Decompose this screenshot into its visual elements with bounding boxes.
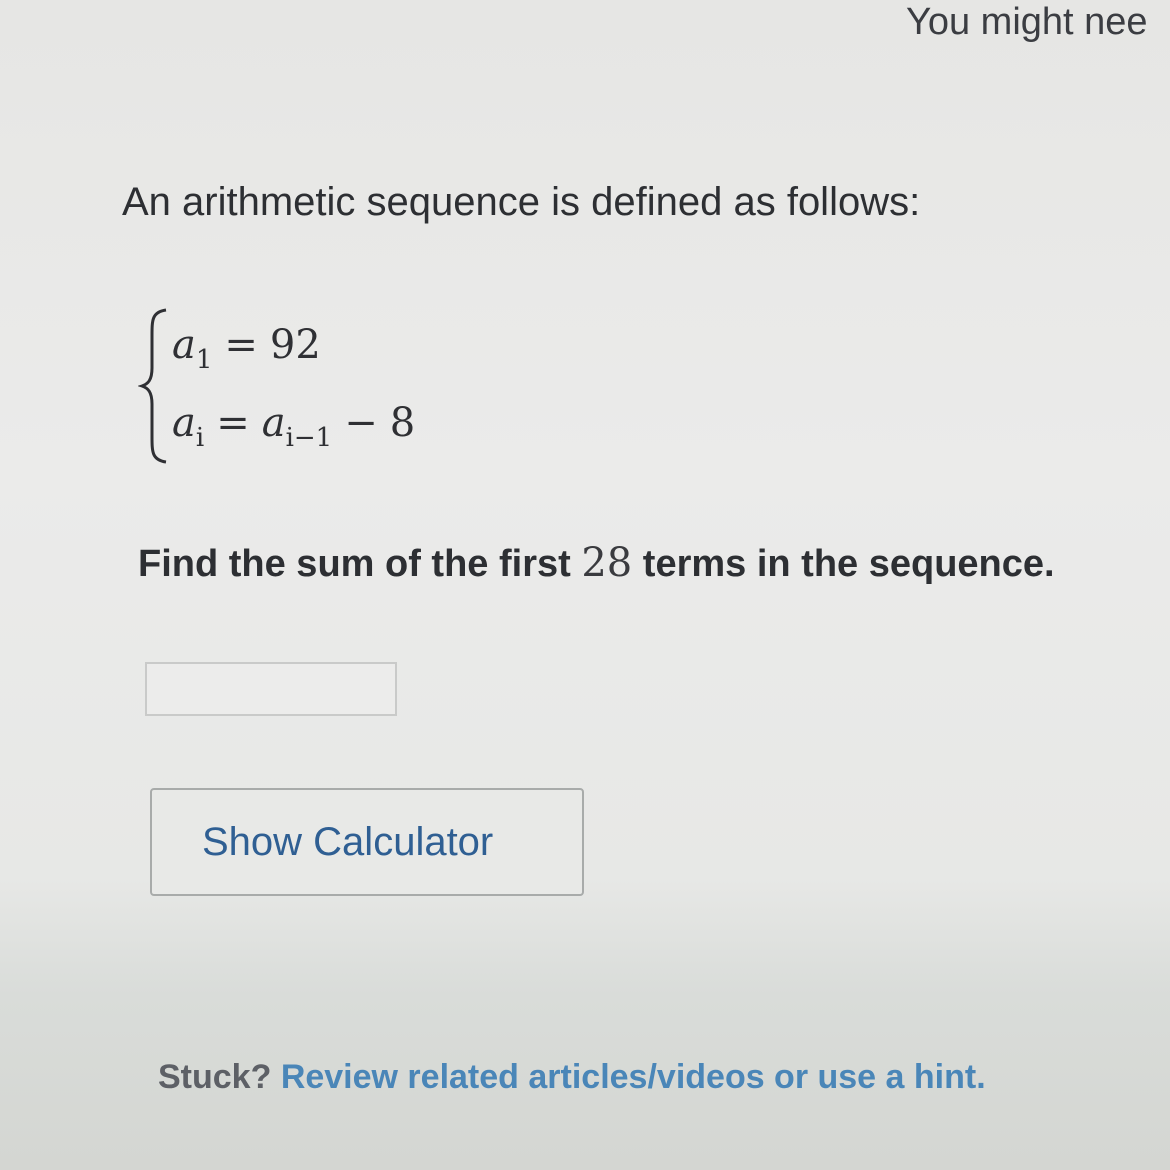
stuck-label: Stuck? [158, 1058, 272, 1096]
term-variable: a [172, 322, 196, 368]
equation-recursive-rule: ai = ai−1−8 [172, 400, 416, 453]
term-subscript: 1 [195, 345, 213, 375]
left-brace-icon [138, 308, 167, 464]
term-subscript: i [195, 423, 205, 453]
term-count: 28 [581, 540, 633, 586]
previous-term-subscript: i−1 [285, 423, 333, 453]
answer-input[interactable] [145, 662, 397, 716]
question-suffix: terms in the sequence. [632, 543, 1055, 585]
equals-sign: = [224, 322, 258, 368]
equals-sign: = [216, 400, 250, 446]
review-hint-link[interactable]: Review related articles/videos or use a … [281, 1058, 986, 1096]
question-text: Find the sum of the first 28 terms in th… [138, 540, 1055, 586]
minus-sign: − [344, 400, 378, 446]
term-variable: a [172, 400, 196, 446]
first-term-value: 92 [269, 322, 321, 368]
help-line: Stuck? Review related articles/videos or… [158, 1058, 986, 1097]
question-prefix: Find the sum of the first [138, 543, 582, 585]
sequence-definition: a1 = 92 ai = ai−1−8 [138, 300, 518, 470]
equation-first-term: a1 = 92 [172, 322, 321, 375]
previous-term-variable: a [261, 400, 286, 446]
problem-intro: An arithmetic sequence is defined as fol… [122, 180, 921, 224]
common-difference-value: 8 [389, 400, 416, 446]
top-banner-text: You might nee [906, 1, 1148, 43]
show-calculator-button[interactable]: Show Calculator [150, 788, 584, 896]
